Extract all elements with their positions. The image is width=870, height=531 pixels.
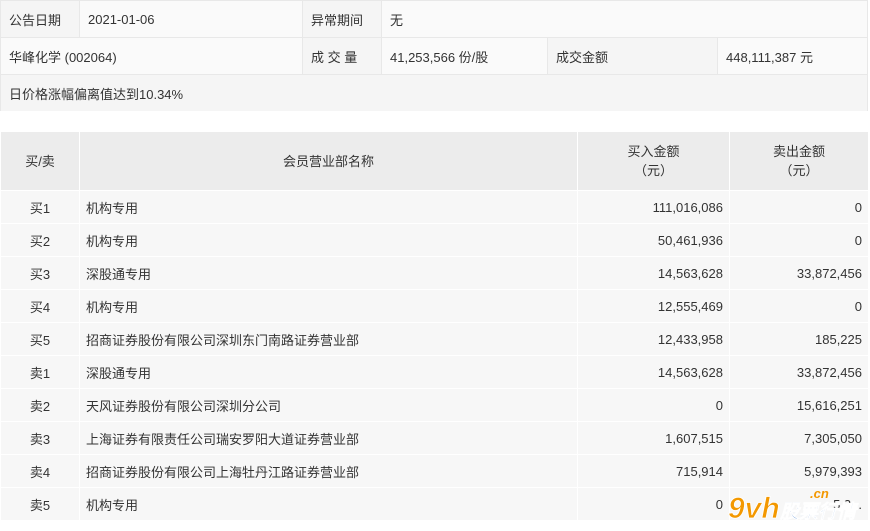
row-side: 卖4 xyxy=(0,454,80,488)
row-sell-amount: 0 xyxy=(729,190,869,224)
row-buy-amount: 715,914 xyxy=(577,454,730,488)
info-row-date: 公告日期 2021-01-06 异常期间 无 xyxy=(0,0,869,38)
row-sell-amount: 0 xyxy=(729,223,869,257)
header-side: 买/卖 xyxy=(0,131,80,191)
row-branch-name: 招商证券股份有限公司深圳东门南路证券营业部 xyxy=(79,322,578,356)
date-value: 2021-01-06 xyxy=(79,0,303,38)
row-side: 买4 xyxy=(0,289,80,323)
row-buy-amount: 12,433,958 xyxy=(577,322,730,356)
row-branch-name: 机构专用 xyxy=(79,223,578,257)
trading-seats-table: 买/卖 会员营业部名称 买入金额 （元） 卖出金额 （元） 买1 机构专用 11… xyxy=(0,131,869,521)
table-header-row: 买/卖 会员营业部名称 买入金额 （元） 卖出金额 （元） xyxy=(0,131,869,191)
row-side: 卖1 xyxy=(0,355,80,389)
row-sell-amount: 33,872,456 xyxy=(729,355,869,389)
section-spacer xyxy=(0,111,870,131)
row-branch-name: 深股通专用 xyxy=(79,355,578,389)
row-branch-name: 机构专用 xyxy=(79,487,578,521)
turnover-label: 成交金额 xyxy=(547,37,718,75)
row-side: 买2 xyxy=(0,223,80,257)
info-row-reason: 日价格涨幅偏离值达到10.34% xyxy=(0,74,869,112)
row-branch-name: 机构专用 xyxy=(79,190,578,224)
volume-value: 41,253,566 份/股 xyxy=(381,37,548,75)
date-label: 公告日期 xyxy=(0,0,80,38)
watermark-tagline: 股票行情 xyxy=(779,501,859,523)
table-row: 买1 机构专用 111,016,086 0 xyxy=(0,190,869,224)
row-buy-amount: 0 xyxy=(577,388,730,422)
row-buy-amount: 111,016,086 xyxy=(577,190,730,224)
row-side: 买5 xyxy=(0,322,80,356)
reason-text: 日价格涨幅偏离值达到10.34% xyxy=(0,74,869,112)
header-buy-amount: 买入金额 （元） xyxy=(577,131,730,191)
table-row: 卖4 招商证券股份有限公司上海牡丹江路证券营业部 715,914 5,979,3… xyxy=(0,454,869,488)
stock-name: 华峰化学 (002064) xyxy=(0,37,303,75)
row-buy-amount: 14,563,628 xyxy=(577,256,730,290)
row-side: 买3 xyxy=(0,256,80,290)
row-sell-amount: 0 xyxy=(729,289,869,323)
row-sell-amount: 15,616,251 xyxy=(729,388,869,422)
header-buy-unit: （元） xyxy=(633,163,673,178)
row-sell-amount: 185,225 xyxy=(729,322,869,356)
abnormal-period-label: 异常期间 xyxy=(302,0,382,38)
table-row: 卖1 深股通专用 14,563,628 33,872,456 xyxy=(0,355,869,389)
watermark-domain: .cn xyxy=(810,486,829,501)
row-branch-name: 深股通专用 xyxy=(79,256,578,290)
row-side: 卖3 xyxy=(0,421,80,455)
row-branch-name: 上海证券有限责任公司瑞安罗阳大道证券营业部 xyxy=(79,421,578,455)
row-buy-amount: 14,563,628 xyxy=(577,355,730,389)
row-sell-amount: 7,305,050 xyxy=(729,421,869,455)
row-side: 卖5 xyxy=(0,487,80,521)
table-row: 买3 深股通专用 14,563,628 33,872,456 xyxy=(0,256,869,290)
table-row: 卖2 天风证券股份有限公司深圳分公司 0 15,616,251 xyxy=(0,388,869,422)
header-sell-title: 卖出金额 xyxy=(772,144,825,159)
row-buy-amount: 0 xyxy=(577,487,730,521)
turnover-value: 448,111,387 元 xyxy=(716,37,869,75)
table-row: 卖3 上海证券有限责任公司瑞安罗阳大道证券营业部 1,607,515 7,305… xyxy=(0,421,869,455)
volume-label: 成 交 量 xyxy=(302,37,382,75)
row-branch-name: 招商证券股份有限公司上海牡丹江路证券营业部 xyxy=(79,454,578,488)
header-sell-amount: 卖出金额 （元） xyxy=(729,131,869,191)
watermark-logo-text: 9vh xyxy=(728,492,780,525)
table-row: 买2 机构专用 50,461,936 0 xyxy=(0,223,869,257)
site-watermark-logo: 9vh .cn 股票行情 xyxy=(728,486,860,525)
header-branch-name: 会员营业部名称 xyxy=(79,131,578,191)
row-branch-name: 天风证券股份有限公司深圳分公司 xyxy=(79,388,578,422)
table-row: 买5 招商证券股份有限公司深圳东门南路证券营业部 12,433,958 185,… xyxy=(0,322,869,356)
row-sell-amount: 5,979,393 xyxy=(729,454,869,488)
row-side: 卖2 xyxy=(0,388,80,422)
announcement-info-table: 公告日期 2021-01-06 异常期间 无 华峰化学 (002064) 成 交… xyxy=(0,0,869,112)
header-sell-unit: （元） xyxy=(779,163,819,178)
row-sell-amount: 33,872,456 xyxy=(729,256,869,290)
table-row: 买4 机构专用 12,555,469 0 xyxy=(0,289,869,323)
header-buy-title: 买入金额 xyxy=(627,144,680,159)
row-buy-amount: 1,607,515 xyxy=(577,421,730,455)
row-branch-name: 机构专用 xyxy=(79,289,578,323)
row-buy-amount: 12,555,469 xyxy=(577,289,730,323)
row-buy-amount: 50,461,936 xyxy=(577,223,730,257)
row-side: 买1 xyxy=(0,190,80,224)
info-row-stock: 华峰化学 (002064) 成 交 量 41,253,566 份/股 成交金额 … xyxy=(0,37,869,75)
abnormal-period-value: 无 xyxy=(380,0,869,38)
